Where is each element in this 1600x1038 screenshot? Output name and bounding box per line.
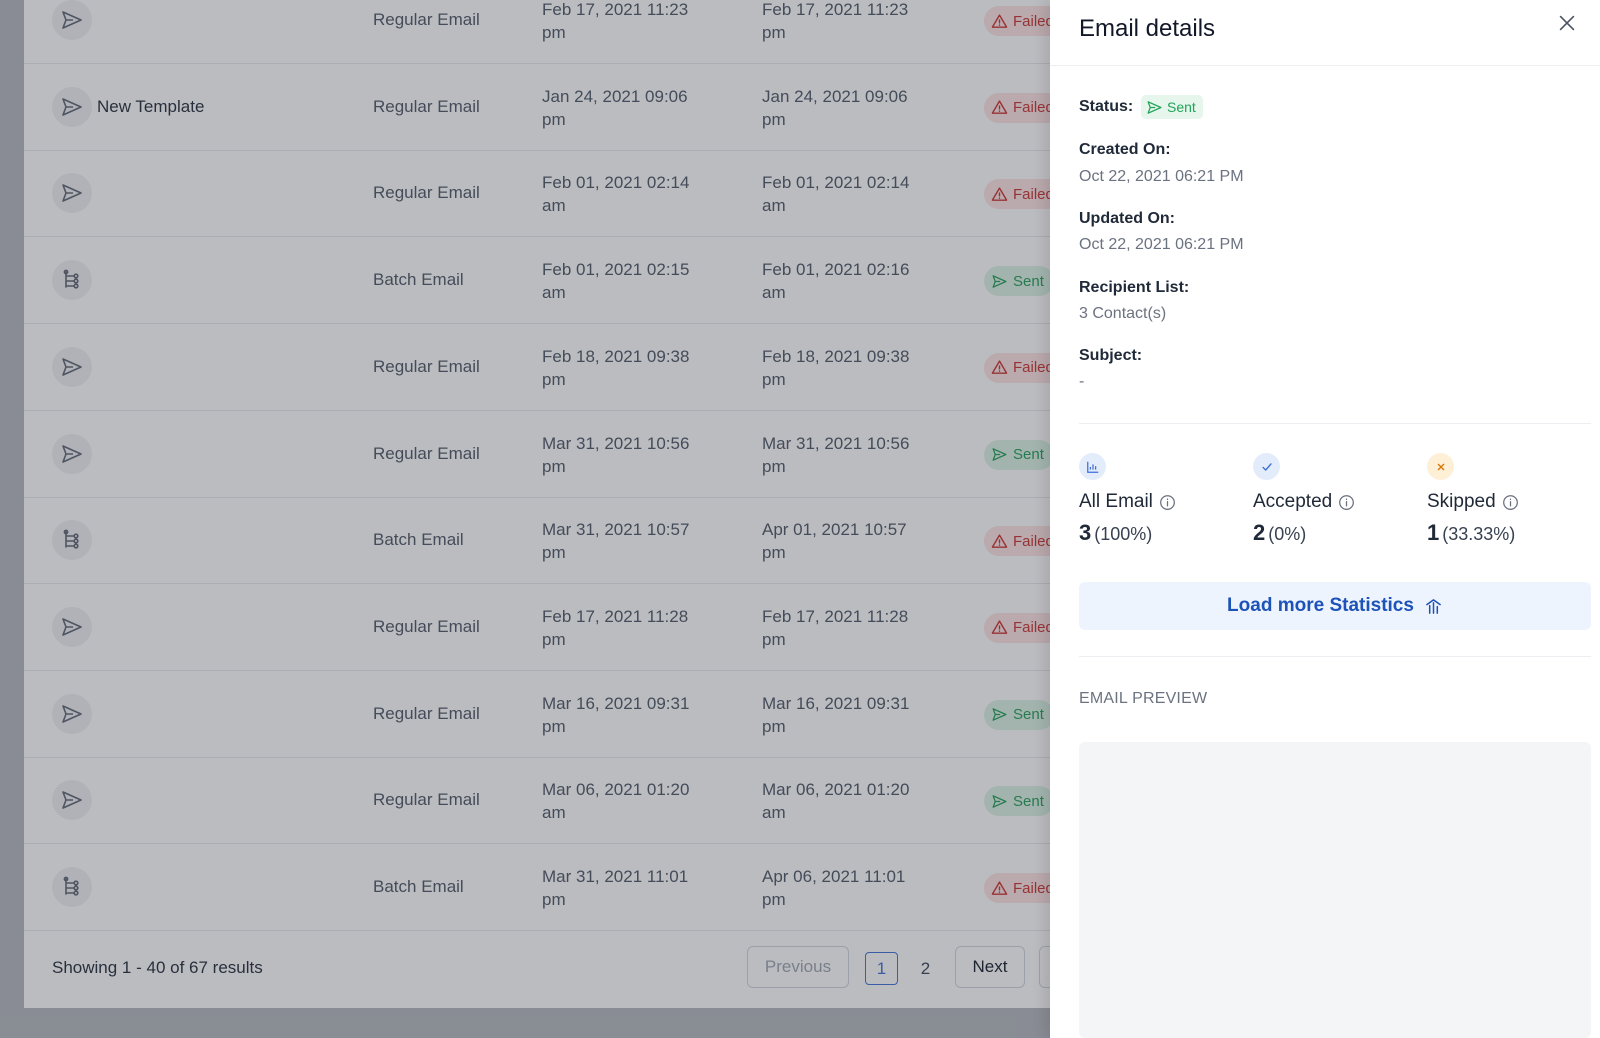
status-badge: Sent [1141,95,1203,119]
created-on-value: Oct 22, 2021 06:21 PM [1079,168,1244,185]
stat-count: 3 [1079,520,1092,545]
stat-count: 1 [1427,520,1440,545]
info-icon[interactable] [1338,494,1355,511]
status-value: Sent [1167,99,1196,115]
stat-all-email: All Email 3 (100%) [1079,453,1249,546]
check-icon [1253,453,1280,480]
status-label: Status: [1079,98,1134,115]
drawer-header: Email details [1050,0,1600,66]
stat-label: Accepted [1253,491,1333,512]
load-more-label: Load more Statistics [1227,595,1414,616]
send-icon [1147,100,1162,114]
close-icon[interactable] [1556,12,1578,34]
email-preview-frame [1079,742,1591,1038]
subject-value: - [1079,373,1085,390]
updated-on-value: Oct 22, 2021 06:21 PM [1079,236,1244,253]
stat-count: 2 [1253,520,1266,545]
stat-percent: (33.33%) [1442,524,1516,544]
stat-percent: (0%) [1268,524,1307,544]
stat-label: Skipped [1427,491,1496,512]
load-more-statistics-button[interactable]: Load more Statistics [1079,582,1591,630]
drawer-title: Email details [1079,15,1216,42]
x-icon [1427,453,1454,480]
info-icon[interactable] [1502,494,1519,511]
stat-skipped: Skipped 1 (33.33%) [1427,453,1597,546]
info-icon[interactable] [1159,494,1176,511]
chart-icon [1079,453,1106,480]
stat-accepted: Accepted 2 (0%) [1253,453,1423,546]
email-details-drawer: Email details Status: Sent Created On: O… [1050,0,1600,1038]
created-on-label: Created On: [1079,141,1171,158]
stat-label: All Email [1079,491,1153,512]
recipient-list-value: 3 Contact(s) [1079,305,1167,322]
divider [1079,423,1591,424]
stat-percent: (100%) [1094,524,1153,544]
recipient-list-label: Recipient List: [1079,279,1190,296]
email-preview-title: EMAIL PREVIEW [1079,690,1208,707]
statistics-icon [1426,598,1441,614]
updated-on-label: Updated On: [1079,210,1175,227]
subject-label: Subject: [1079,347,1143,364]
divider [1079,656,1591,657]
